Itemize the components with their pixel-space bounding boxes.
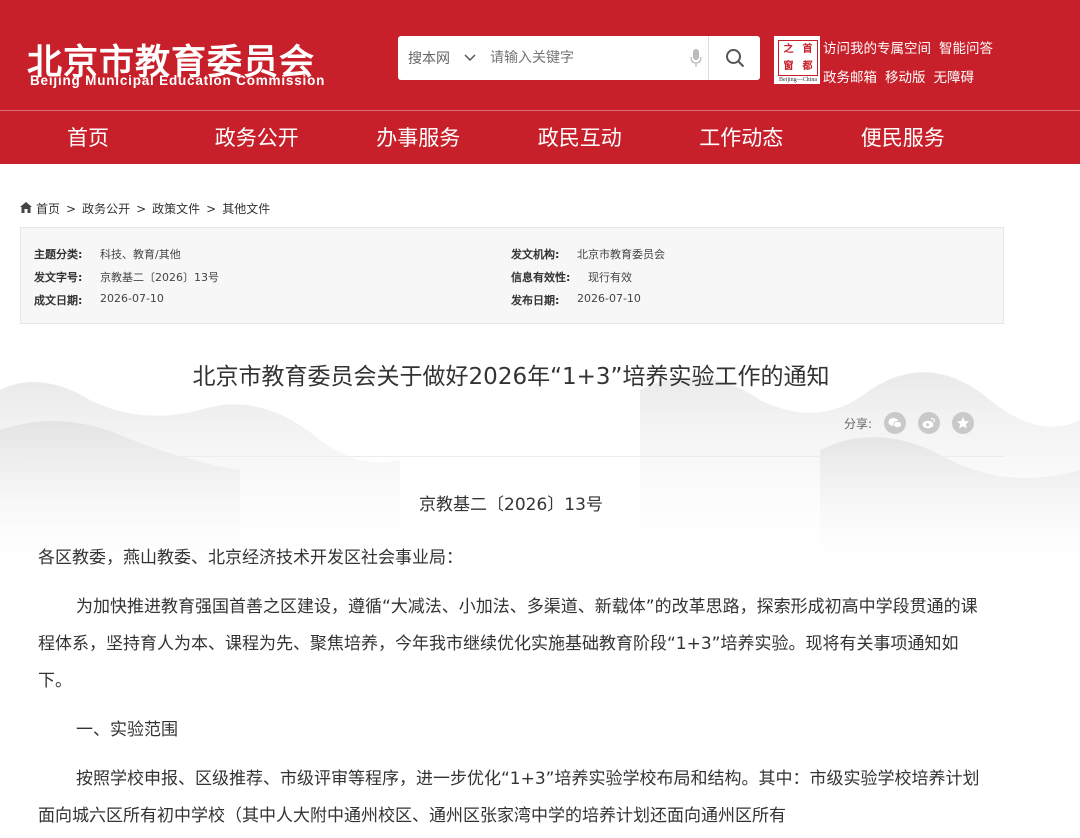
article-paragraph: 为加快推进教育强国首善之区建设，遵循“大减法、小加法、多渠道、新载体”的改革思路… — [38, 597, 978, 691]
nav-item-interaction[interactable]: 政民互动 — [499, 111, 661, 164]
info-issuing-org: 发文机构: 北京市教育委员会 — [511, 246, 665, 262]
seal-grid: 之 首 窗 都 — [778, 40, 818, 76]
weibo-icon[interactable] — [918, 412, 941, 434]
info-value: 2026-07-10 — [577, 292, 641, 305]
nav-item-services[interactable]: 办事服务 — [338, 111, 500, 164]
search-button[interactable] — [708, 36, 760, 80]
section-heading: 一、实验范围 — [76, 720, 178, 740]
info-label: 主题分类: — [34, 248, 83, 261]
breadcrumb-gov-open[interactable]: 政务公开 — [82, 200, 130, 217]
info-publish-date: 发布日期: 2026-07-10 — [511, 292, 641, 308]
article-paragraph: 各区教委，燕山教委、北京经济技术开发区社会事业局： — [38, 548, 463, 568]
info-label: 发文字号: — [34, 271, 83, 284]
home-icon — [20, 201, 32, 216]
info-topic: 主题分类: 科技、教育/其他 — [34, 246, 181, 262]
search-box: 搜本网 — [398, 36, 760, 80]
nav-item-convenience[interactable]: 便民服务 — [822, 111, 984, 164]
share-label: 分享: — [844, 416, 873, 431]
info-label: 成文日期: — [34, 294, 83, 307]
nav-item-home[interactable]: 首页 — [0, 111, 176, 164]
seal-en-label: Beijing—China — [779, 77, 817, 83]
info-validity: 信息有效性: 现行有效 — [511, 269, 632, 285]
site-header: 北京市教育委员会 Beijing Municipal Education Com… — [0, 0, 1080, 110]
document-info-box: 主题分类: 科技、教育/其他 发文字号: 京教基二〔2026〕13号 成文日期:… — [20, 227, 1004, 324]
document-number: 京教基二〔2026〕13号 — [419, 495, 603, 515]
info-label: 信息有效性: — [511, 271, 571, 284]
info-value: 京教基二〔2026〕13号 — [100, 271, 219, 284]
info-value: 科技、教育/其他 — [100, 248, 181, 261]
chevron-down-icon — [464, 52, 476, 65]
breadcrumb-policy[interactable]: 政策文件 — [152, 200, 200, 217]
seal-char: 首 — [802, 44, 813, 55]
nav-item-news[interactable]: 工作动态 — [661, 111, 823, 164]
wechat-icon[interactable] — [884, 412, 907, 434]
breadcrumb-separator: > — [206, 201, 217, 216]
breadcrumb-separator: > — [136, 201, 147, 216]
article-title: 北京市教育委员会关于做好2026年“1+3”培养实验工作的通知 — [192, 364, 830, 390]
link-personal-space[interactable]: 访问我的专属空间 — [823, 41, 931, 57]
favorite-star-icon[interactable] — [952, 412, 975, 434]
top-links: 访问我的专属空间 智能问答 政务邮箱 移动版 无障碍 — [823, 35, 1001, 93]
link-accessibility[interactable]: 无障碍 — [934, 70, 975, 86]
breadcrumb-other[interactable]: 其他文件 — [222, 200, 270, 217]
breadcrumb-separator: > — [66, 201, 77, 216]
breadcrumb: 首页 > 政务公开 > 政策文件 > 其他文件 — [20, 200, 270, 217]
site-logo-en: Beijing Municipal Education Commission — [30, 73, 326, 88]
article-paragraph: 按照学校申报、区级推荐、市级评审等程序，进一步优化“1+3”培养实验学校布局和结… — [38, 769, 980, 826]
article-body: 各区教委，燕山教委、北京经济技术开发区社会事业局： 为加快推进教育强国首善之区建… — [38, 540, 988, 838]
search-scope-label: 搜本网 — [408, 51, 450, 67]
info-written-date: 成文日期: 2026-07-10 — [34, 292, 164, 308]
share-bar: 分享: — [844, 412, 975, 434]
search-scope-select[interactable]: 搜本网 — [398, 48, 480, 68]
search-icon — [725, 49, 744, 68]
info-label: 发文机构: — [511, 248, 560, 261]
seal-char: 之 — [783, 44, 794, 55]
info-label: 发布日期: — [511, 294, 560, 307]
link-gov-mail[interactable]: 政务邮箱 — [823, 70, 877, 86]
info-doc-number: 发文字号: 京教基二〔2026〕13号 — [34, 269, 219, 285]
seal-char: 都 — [802, 61, 813, 72]
link-smart-qa[interactable]: 智能问答 — [939, 41, 993, 57]
main-nav: 首页 政务公开 办事服务 政民互动 工作动态 便民服务 — [0, 110, 1080, 164]
breadcrumb-home[interactable]: 首页 — [36, 200, 60, 217]
microphone-icon[interactable] — [684, 36, 708, 80]
title-divider — [20, 456, 1004, 457]
info-value: 2026-07-10 — [100, 292, 164, 305]
link-mobile[interactable]: 移动版 — [885, 70, 926, 86]
nav-item-gov-open[interactable]: 政务公开 — [176, 111, 338, 164]
info-value: 现行有效 — [588, 271, 632, 284]
search-input[interactable] — [480, 36, 684, 80]
capital-window-seal[interactable]: 之 首 窗 都 Beijing—China — [774, 36, 820, 84]
seal-char: 窗 — [783, 61, 794, 72]
info-value: 北京市教育委员会 — [577, 248, 665, 261]
